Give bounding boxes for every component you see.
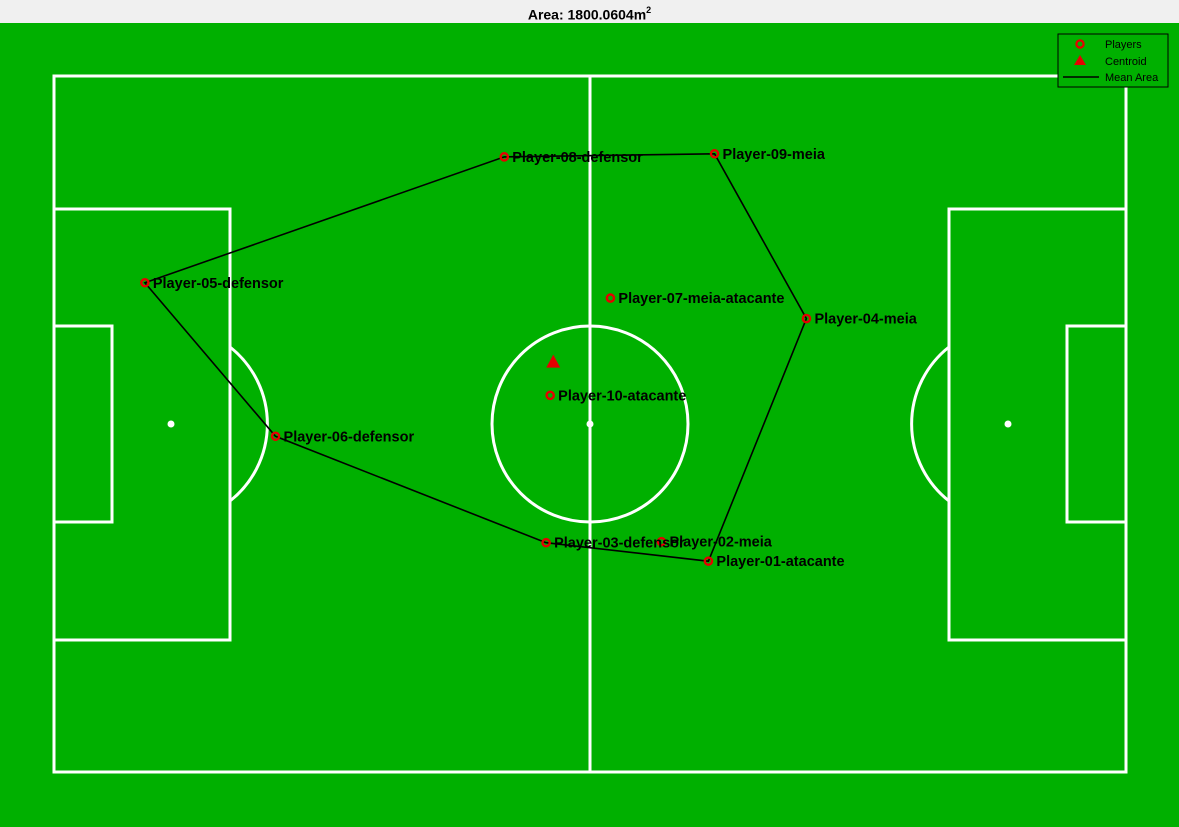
legend-centroid-label: Centroid bbox=[1105, 56, 1147, 68]
player-point: Player-09-meia bbox=[709, 147, 826, 163]
legend-players-label: Players bbox=[1105, 39, 1142, 51]
player-label: Player-09-meia bbox=[723, 147, 826, 163]
right-penalty-spot bbox=[1004, 420, 1012, 428]
player-label: Player-02-meia bbox=[669, 535, 772, 551]
player-point: Player-10-atacante bbox=[545, 388, 686, 404]
player-point: Player-04-meia bbox=[801, 312, 918, 328]
player-label: Player-04-meia bbox=[814, 312, 917, 328]
player-point: Player-06-defensor bbox=[270, 429, 415, 445]
player-point: Player-08-defensor bbox=[499, 150, 643, 166]
player-point: Player-01-atacante bbox=[703, 554, 845, 570]
player-label: Player-03-defensor bbox=[554, 536, 685, 552]
center-spot bbox=[586, 420, 594, 428]
figure: Area: 1800.0604m2 Player-01-atacante Play… bbox=[0, 0, 1179, 827]
player-label: Player-07-meia-atacante bbox=[618, 291, 784, 307]
legend: Players Centroid Mean Area bbox=[1057, 33, 1169, 88]
player-label: Player-05-defensor bbox=[153, 276, 284, 292]
player-point: Player-03-defensor bbox=[541, 536, 685, 552]
player-label: Player-06-defensor bbox=[284, 429, 415, 445]
player-point: Player-05-defensor bbox=[140, 276, 284, 292]
player-label: Player-10-atacante bbox=[558, 388, 686, 404]
pitch-plot: Player-01-atacantePlayer-02-meiaPlayer-0… bbox=[0, 23, 1179, 827]
player-label: Player-08-defensor bbox=[512, 150, 643, 166]
title-value: 1800.0604 bbox=[567, 6, 634, 23]
player-point: Player-07-meia-atacante bbox=[605, 291, 784, 307]
player-label: Player-01-atacante bbox=[716, 554, 844, 570]
left-penalty-spot bbox=[167, 420, 175, 428]
title-prefix: Area: bbox=[527, 6, 568, 23]
chart-title: Area: 1800.0604m2 bbox=[0, 0, 1179, 23]
title-unit: m bbox=[633, 6, 647, 23]
legend-mean-area-label: Mean Area bbox=[1105, 72, 1159, 84]
title-superscript: 2 bbox=[646, 5, 652, 15]
